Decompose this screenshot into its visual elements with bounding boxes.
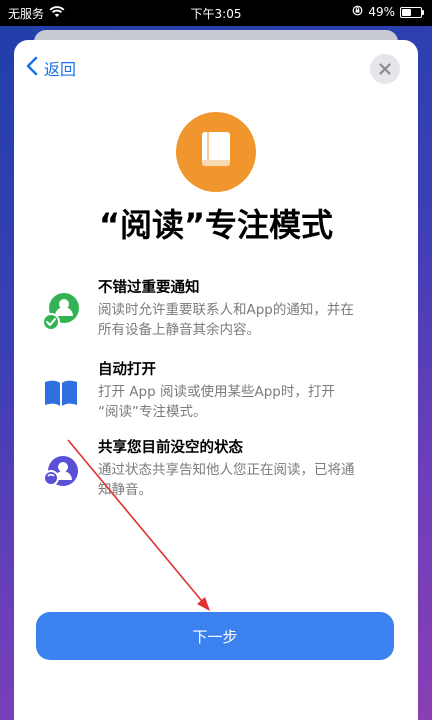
battery-fill (402, 8, 411, 16)
book-icon (199, 130, 233, 174)
close-icon (379, 60, 391, 79)
feature-description-line: 阅读时允许重要联系人和App的通知，并在 (98, 302, 354, 318)
next-button[interactable]: 下一步 (36, 612, 394, 660)
status-bar: 无服务 下午3:05 49% (0, 0, 432, 26)
back-label: 返回 (44, 60, 77, 79)
feature-description-line: 打开 App 阅读或使用某些App时，打开 (98, 384, 335, 400)
battery-percent: 49% (368, 5, 395, 19)
page-title: “阅读”专注模式 (98, 206, 334, 244)
feature-text: 自动打开 打开 App 阅读或使用某些App时，打开 “阅读”专注模式。 (98, 360, 398, 422)
feature-description: 打开 App 阅读或使用某些App时，打开 “阅读”专注模式。 (98, 382, 398, 422)
feature-title: 共享您目前没空的状态 (98, 440, 243, 456)
focus-setup-sheet: 返回 “阅读”专注模式 不错过重要通知 阅读时允许重要联系人和App的通知，并在… (14, 40, 418, 720)
reading-focus-badge (176, 112, 256, 192)
orientation-lock-icon (352, 5, 363, 19)
close-button[interactable] (370, 54, 400, 84)
back-button[interactable]: 返回 (26, 56, 76, 80)
feature-text: 共享您目前没空的状态 通过状态共享告知他人您正在阅读，已将通 知静音。 (98, 438, 398, 500)
feature-description-line: “阅读”专注模式。 (98, 404, 207, 420)
feature-title: 不错过重要通知 (98, 280, 200, 296)
status-right: 49% (352, 5, 424, 19)
feature-title: 自动打开 (98, 362, 156, 378)
feature-description-line: 知静音。 (98, 482, 152, 498)
feature-description-line: 所有设备上静音其余内容。 (98, 322, 260, 338)
feature-description: 通过状态共享告知他人您正在阅读，已将通 知静音。 (98, 460, 398, 500)
feature-description-line: 通过状态共享告知他人您正在阅读，已将通 (98, 462, 355, 478)
chevron-left-icon (26, 56, 38, 80)
feature-text: 不错过重要通知 阅读时允许重要联系人和App的通知，并在 所有设备上静音其余内容… (98, 278, 398, 340)
contact-check-icon (42, 292, 80, 331)
feature-description: 阅读时允许重要联系人和App的通知，并在 所有设备上静音其余内容。 (98, 300, 398, 340)
battery-icon (400, 6, 424, 18)
open-book-icon (42, 374, 80, 412)
share-status-icon (42, 452, 80, 490)
